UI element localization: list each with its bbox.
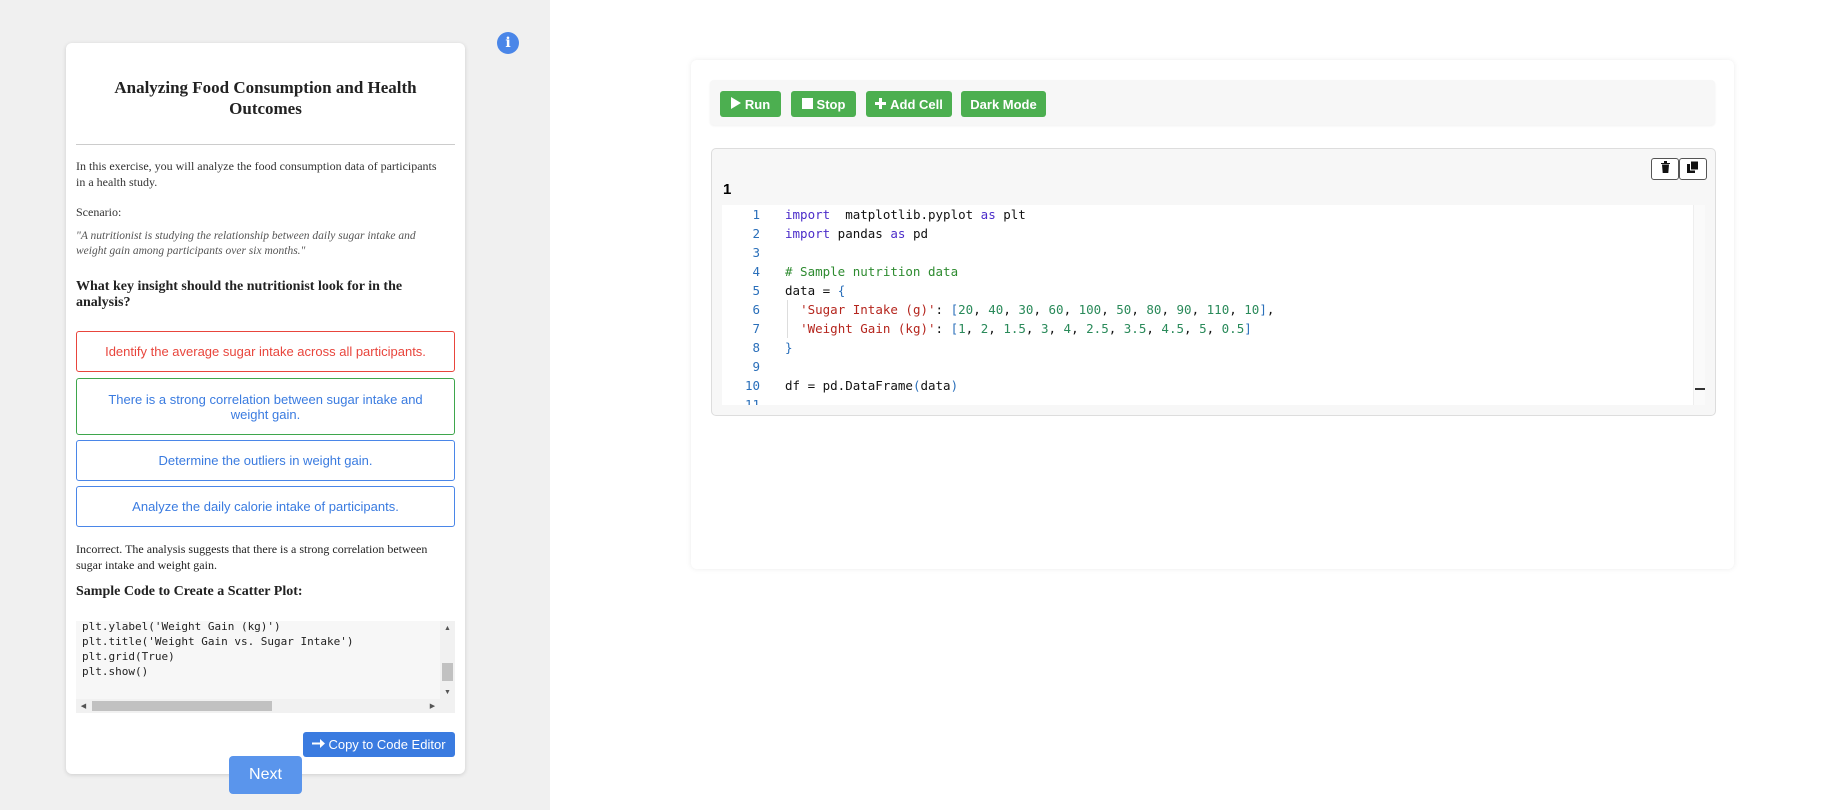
scroll-up-arrow-icon[interactable]: ▲ [440, 621, 455, 635]
stop-label: Stop [816, 96, 846, 112]
run-label: Run [744, 96, 771, 112]
vertical-scrollbar[interactable]: ▲ ▼ [440, 621, 455, 699]
option-average-sugar[interactable]: Identify the average sugar intake across… [76, 331, 455, 372]
line-number: 1 [752, 207, 760, 222]
code-cell: 1 1 2 3 4 5 6 7 8 9 10 11 import matplot… [711, 148, 1716, 416]
next-button[interactable]: Next [229, 756, 302, 794]
intro-text: In this exercise, you will analyze the f… [76, 159, 437, 189]
copy-button-label: Copy to Code Editor [328, 737, 446, 752]
editor-scrollbar[interactable] [1693, 205, 1705, 405]
exercise-title: Analyzing Food Consumption and Health Ou… [114, 78, 417, 118]
copy-icon [1687, 160, 1699, 178]
vertical-scroll-thumb[interactable] [442, 663, 453, 681]
title-divider [76, 144, 455, 145]
line-number: 2 [752, 226, 760, 241]
add-cell-button[interactable]: Add Cell [866, 91, 952, 117]
feedback-text: Incorrect. The analysis suggests that th… [76, 542, 428, 572]
trash-icon [1660, 160, 1671, 178]
scenario-label: Scenario: [76, 205, 122, 219]
code-line: 'Sugar Intake (g)': [20, 40, 30, 60, 100… [800, 302, 1275, 317]
sample-code-text: plt.ylabel('Weight Gain (kg)') plt.title… [82, 621, 354, 678]
editor-scrollbar-marker [1695, 388, 1705, 390]
code-line: data = { [785, 283, 846, 298]
plus-icon [875, 97, 887, 112]
line-number: 9 [752, 359, 760, 374]
dark-mode-button[interactable]: Dark Mode [961, 91, 1046, 117]
code-line: df = pd.DataFrame(data) [785, 378, 959, 393]
code-line: } [785, 340, 793, 355]
option-outliers[interactable]: Determine the outliers in weight gain. [76, 440, 455, 481]
scroll-down-arrow-icon[interactable]: ▼ [440, 685, 455, 699]
line-number: 5 [752, 283, 760, 298]
code-editor[interactable]: 1 2 3 4 5 6 7 8 9 10 11 import matplotli… [722, 205, 1705, 405]
arrow-right-icon [312, 737, 326, 752]
editor-toolbar: Run Stop Add Cell Dark Mode [710, 80, 1715, 125]
delete-cell-button[interactable] [1651, 158, 1679, 180]
sample-code-heading: Sample Code to Create a Scatter Plot: [76, 584, 303, 599]
question-text: What key insight should the nutritionist… [76, 279, 403, 310]
cell-number: 1 [723, 181, 732, 198]
code-line: # Sample nutrition data [785, 264, 959, 279]
line-number: 7 [752, 321, 760, 336]
code-line: 'Weight Gain (kg)': [1, 2, 1.5, 3, 4, 2.… [800, 321, 1252, 336]
stop-button[interactable]: Stop [791, 91, 856, 117]
dark-mode-label: Dark Mode [970, 96, 1037, 112]
line-number: 11 [744, 397, 760, 405]
sample-code-box[interactable]: plt.ylabel('Weight Gain (kg)') plt.title… [76, 621, 455, 713]
line-number: 10 [744, 378, 760, 393]
stop-icon [801, 97, 813, 112]
option-label: Analyze the daily calorie intake of part… [132, 499, 399, 514]
exercise-panel: i Analyzing Food Consumption and Health … [0, 0, 550, 810]
line-number-gutter: 1 2 3 4 5 6 7 8 9 10 11 [722, 205, 772, 405]
option-label: There is a strong correlation between su… [108, 391, 423, 422]
copy-to-code-editor-button[interactable]: Copy to Code Editor [303, 732, 455, 757]
add-cell-label: Add Cell [890, 96, 943, 112]
line-number: 6 [752, 302, 760, 317]
line-number: 8 [752, 340, 760, 355]
line-number: 4 [752, 264, 760, 279]
code-editor-panel: Run Stop Add Cell Dark Mode 1 1 2 3 4 5 … [691, 60, 1734, 569]
info-icon[interactable]: i [497, 32, 519, 54]
option-label: Identify the average sugar intake across… [105, 344, 426, 359]
option-calorie-intake[interactable]: Analyze the daily calorie intake of part… [76, 486, 455, 527]
code-line: import pandas as pd [785, 226, 929, 241]
scenario-quote: "A nutritionist is studying the relation… [76, 230, 416, 257]
option-label: Determine the outliers in weight gain. [158, 453, 373, 468]
code-line: import matplotlib.pyplot as plt [785, 207, 1026, 222]
horizontal-scrollbar[interactable]: ◀ ▶ [76, 699, 455, 713]
play-icon [730, 96, 741, 112]
copy-cell-button[interactable] [1679, 158, 1707, 180]
option-strong-correlation[interactable]: There is a strong correlation between su… [76, 378, 455, 435]
horizontal-scroll-thumb[interactable] [92, 701, 272, 711]
scroll-right-arrow-icon[interactable]: ▶ [425, 699, 440, 713]
line-number: 3 [752, 245, 760, 260]
scroll-left-arrow-icon[interactable]: ◀ [76, 699, 91, 713]
run-button[interactable]: Run [720, 91, 781, 117]
exercise-card: Analyzing Food Consumption and Health Ou… [66, 43, 465, 774]
